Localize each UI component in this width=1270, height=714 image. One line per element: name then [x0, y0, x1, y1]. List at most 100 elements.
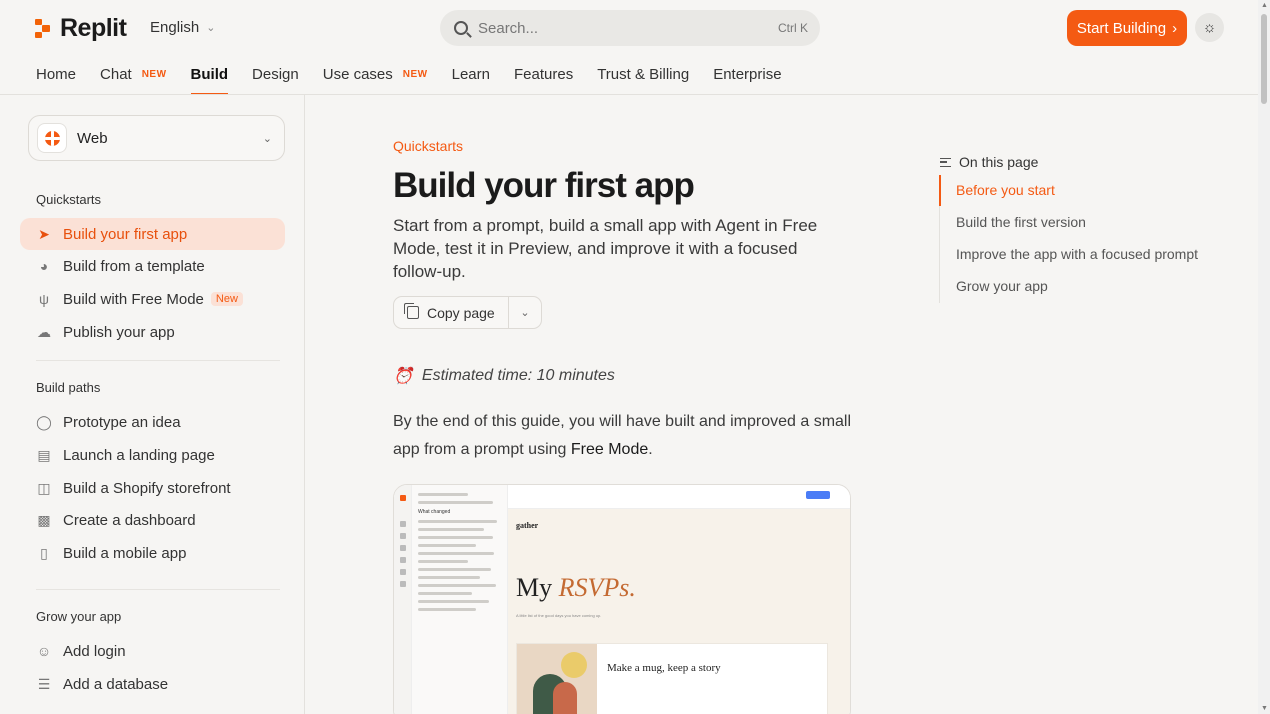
- search-input[interactable]: Search... Ctrl K: [440, 10, 820, 46]
- sidebar-item-build-from-template[interactable]: ◕ Build from a template: [20, 250, 285, 282]
- scrollbar-thumb[interactable]: [1261, 14, 1267, 104]
- toc-item-build-first-version[interactable]: Build the first version: [940, 207, 1198, 239]
- replit-logo[interactable]: Replit: [35, 14, 127, 43]
- sidebar-item-label: Add a database: [63, 675, 169, 693]
- screenshot-heading-accent: RSVPs.: [558, 573, 636, 602]
- nav-tab-build[interactable]: Build: [190, 54, 228, 95]
- scroll-up-icon[interactable]: ▲: [1261, 2, 1268, 9]
- nav-tab-label: Home: [36, 65, 77, 83]
- sidebar-item-label: Publish your app: [63, 323, 175, 341]
- nav-tab-label: Trust & Billing: [597, 65, 690, 83]
- toc-item-before-you-start[interactable]: Before you start: [938, 175, 1198, 207]
- nav-tab-features[interactable]: Features: [514, 54, 573, 94]
- nav-tab-enterprise[interactable]: Enterprise: [713, 54, 781, 94]
- database-icon: ☰: [37, 675, 51, 692]
- sidebar-section-title: Grow your app: [36, 609, 122, 624]
- logo-text: Replit: [60, 14, 127, 42]
- copy-page-button[interactable]: Copy page: [394, 297, 509, 328]
- screenshot-chat-panel: What changed: [412, 485, 508, 714]
- nav-tab-home[interactable]: Home: [36, 54, 76, 94]
- search-shortcut: Ctrl K: [778, 21, 808, 35]
- sidebar-item-build-with-free-mode[interactable]: ψ Build with Free Mode New: [20, 283, 285, 315]
- bar-chart-icon: ▩: [37, 511, 51, 528]
- chevron-down-icon: ⌄: [262, 132, 272, 145]
- inline-code: Free Mode: [570, 441, 649, 458]
- copy-page-control: Copy page ⌄: [393, 296, 542, 329]
- sidebar-section-title: Quickstarts: [36, 192, 102, 207]
- user-lock-icon: ☺: [36, 643, 52, 659]
- sidebar-item-create-a-dashboard[interactable]: ▩ Create a dashboard: [20, 504, 285, 536]
- search-icon: [454, 21, 468, 35]
- screenshot-heading-plain: My: [516, 573, 559, 602]
- sidebar-item-label: Build from a template: [63, 257, 205, 275]
- estimated-time-text: Estimated time: 10 minutes: [421, 367, 615, 384]
- sidebar-item-label: Add login: [63, 642, 126, 660]
- sun-icon: ☼: [1202, 19, 1217, 36]
- intro-text-end: .: [648, 441, 653, 458]
- sprout-icon: ψ: [39, 291, 49, 307]
- nav-tab-use-cases[interactable]: Use cases NEW: [323, 54, 428, 94]
- phone-icon: ▯: [40, 544, 48, 561]
- nav-tab-label: Design: [252, 65, 299, 83]
- toc-item-improve-app[interactable]: Improve the app with a focused prompt: [940, 239, 1198, 271]
- nav-tab-trust-billing[interactable]: Trust & Billing: [597, 54, 689, 94]
- copy-options-dropdown[interactable]: ⌄: [509, 306, 541, 319]
- page-title: Build your first app: [393, 166, 695, 205]
- breadcrumb[interactable]: Quickstarts: [393, 138, 463, 154]
- chevron-down-icon: ⌄: [206, 22, 216, 34]
- sidebar-section-title: Build paths: [36, 380, 101, 395]
- sidebar-item-label: Build a mobile app: [63, 544, 187, 562]
- language-label: English: [150, 19, 200, 36]
- start-building-button[interactable]: Start Building ›: [1067, 10, 1187, 46]
- screenshot-rail: [394, 485, 412, 714]
- sidebar-item-build-a-shopify-storefront[interactable]: ◫ Build a Shopify storefront: [20, 472, 285, 504]
- list-icon: [940, 157, 951, 167]
- toc-item-grow-your-app[interactable]: Grow your app: [940, 271, 1198, 303]
- platform-label: Web: [77, 129, 108, 147]
- sidebar-item-launch-a-landing-page[interactable]: ▤ Launch a landing page: [20, 439, 285, 471]
- screenshot-toolbar: [508, 485, 850, 509]
- nav-tab-label: Enterprise: [713, 65, 782, 83]
- sidebar-item-build-your-first-app[interactable]: ➤ Build your first app: [20, 218, 285, 250]
- toc-heading: On this page: [940, 154, 1038, 170]
- nav-tab-design[interactable]: Design: [252, 54, 299, 94]
- screenshot-event-card: Make a mug, keep a story: [516, 643, 828, 714]
- start-building-label: Start Building: [1076, 19, 1167, 37]
- sidebar-item-build-a-mobile-app[interactable]: ▯ Build a mobile app: [20, 537, 285, 569]
- app-screenshot: What changed gather My RSVPs. A little l…: [393, 484, 851, 714]
- scroll-down-icon[interactable]: ▼: [1261, 705, 1268, 712]
- sidebar-item-add-login[interactable]: ☺ Add login: [20, 635, 285, 667]
- screenshot-preview: gather My RSVPs. A little list of the go…: [508, 509, 850, 714]
- copy-page-label: Copy page: [427, 304, 495, 321]
- nav-tab-learn[interactable]: Learn: [452, 54, 490, 94]
- sidebar-item-label: Build your first app: [63, 225, 188, 243]
- nav-tab-label: Chat: [100, 65, 132, 83]
- sidebar-divider: [36, 589, 280, 590]
- nav-tab-chat[interactable]: Chat NEW: [100, 54, 167, 94]
- search-placeholder: Search...: [478, 19, 539, 37]
- theme-toggle-button[interactable]: ☼: [1195, 13, 1224, 42]
- replit-logo-icon: [35, 18, 51, 39]
- screenshot-subtitle: A little list of the good days you have …: [516, 613, 602, 618]
- page-lead: Start from a prompt, build a small app w…: [393, 216, 818, 281]
- top-header: Replit English ⌄ Search... Ctrl K Start …: [0, 0, 1258, 54]
- screenshot-app-name: gather: [516, 521, 539, 530]
- cloud-upload-icon: ☁: [37, 323, 51, 340]
- platform-selector[interactable]: Web ⌄: [28, 115, 285, 161]
- estimated-time: ⏰ Estimated time: 10 minutes: [393, 366, 615, 386]
- toc-list: Before you start Build the first version…: [938, 175, 1198, 303]
- sidebar-item-label: Build with Free Mode: [63, 290, 204, 308]
- nav-tab-label: Features: [514, 65, 574, 83]
- toc-heading-text: On this page: [959, 154, 1039, 170]
- alarm-clock-icon: ⏰: [393, 368, 413, 385]
- sidebar-item-prototype-an-idea[interactable]: ◯ Prototype an idea: [20, 406, 285, 438]
- screenshot-card-title: Make a mug, keep a story: [607, 662, 721, 674]
- sidebar-item-publish-your-app[interactable]: ☁ Publish your app: [20, 316, 285, 348]
- sidebar-item-label: Build a Shopify storefront: [63, 479, 231, 497]
- chevron-right-icon: ›: [1172, 19, 1178, 37]
- layout-icon: ▤: [37, 446, 51, 463]
- page-scrollbar[interactable]: ▲ ▼: [1258, 0, 1270, 714]
- sidebar-item-add-a-database[interactable]: ☰ Add a database: [20, 668, 285, 700]
- language-selector[interactable]: English ⌄: [150, 19, 215, 36]
- palette-icon: ◕: [39, 258, 49, 274]
